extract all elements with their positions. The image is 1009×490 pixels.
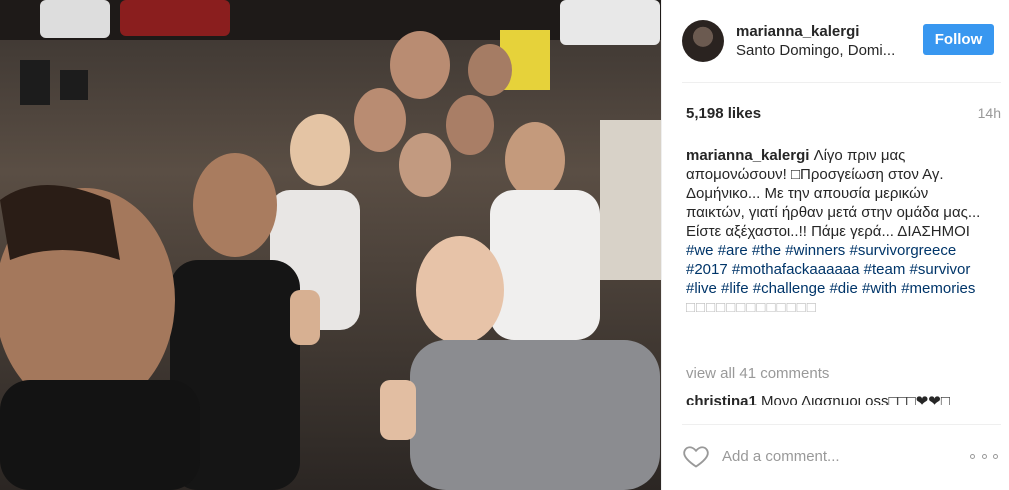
follow-button[interactable]: Follow	[923, 24, 994, 55]
hashtag-link[interactable]: #are	[718, 242, 748, 259]
add-comment-input[interactable]	[720, 446, 944, 466]
avatar[interactable]	[682, 20, 724, 62]
likes-count[interactable]: 5,198 likes	[686, 105, 761, 122]
hashtag-link[interactable]: #with	[862, 280, 897, 297]
hashtag-link[interactable]: #the	[752, 242, 781, 259]
dot	[981, 453, 987, 459]
caption-username[interactable]: marianna_kalergi	[686, 147, 809, 164]
post-timestamp[interactable]: 14h	[978, 105, 1001, 121]
hashtag-link[interactable]: #live	[686, 280, 717, 297]
hashtag-link[interactable]: #challenge	[753, 280, 826, 297]
caption-emoji-placeholders: □□□□□□□□□□□□□	[686, 299, 817, 316]
dot	[970, 453, 975, 459]
heart-icon[interactable]	[682, 442, 710, 470]
author-username[interactable]: marianna_kalergi	[736, 22, 916, 41]
comment-text: Μονο Διασημοι oss□□□❤❤□	[761, 393, 950, 405]
comment-item: christina1 Μονο Διασημοι oss□□□❤❤□	[686, 392, 996, 405]
author-info: marianna_kalergi Santo Domingo, Domi...	[736, 22, 916, 60]
hashtag-link[interactable]: #die	[829, 280, 857, 297]
hashtag-link[interactable]: #survivor	[910, 261, 971, 278]
instagram-post: marianna_kalergi Santo Domingo, Domi... …	[0, 0, 1009, 490]
hashtag-link[interactable]: #2017	[686, 261, 728, 278]
dot	[993, 453, 998, 459]
hashtag-link[interactable]: #life	[721, 280, 749, 297]
hashtag-link[interactable]: #survivorgreece	[849, 242, 956, 259]
hashtag-link[interactable]: #team	[864, 261, 906, 278]
post-photo[interactable]	[0, 0, 661, 490]
caption-text-2: Είστε αξέχαστοι..!! Πάμε γερά... ΔΙΑΣΗΜΟ…	[686, 223, 970, 240]
group-selfie-photo	[0, 0, 661, 490]
view-all-comments-link[interactable]: view all 41 comments	[686, 365, 829, 382]
post-header: marianna_kalergi Santo Domingo, Domi... …	[682, 14, 1002, 68]
comment-username[interactable]: christina1	[686, 393, 757, 405]
hashtag-link[interactable]: #winners	[785, 242, 845, 259]
more-options-icon[interactable]	[970, 448, 998, 464]
add-comment-row	[682, 440, 1002, 472]
comments-divider	[682, 424, 1001, 425]
caption-hashtags: #we #are #the #winners #survivorgreece #…	[686, 242, 975, 297]
post-location[interactable]: Santo Domingo, Domi...	[736, 41, 916, 60]
hashtag-link[interactable]: #memories	[901, 280, 975, 297]
hashtag-link[interactable]: #we	[686, 242, 714, 259]
post-sidebar: marianna_kalergi Santo Domingo, Domi... …	[661, 0, 1009, 490]
post-caption: marianna_kalergi Λίγο πριν μας απομονώσο…	[686, 146, 986, 317]
hashtag-link[interactable]: #mothafackaaaaaa	[732, 261, 860, 278]
header-divider	[682, 82, 1001, 83]
